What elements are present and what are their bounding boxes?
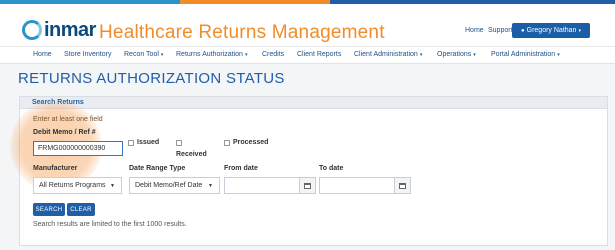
date-range-type-value: Debit Memo/Ref Date <box>135 182 203 189</box>
debit-memo-input[interactable]: FRMG000000000390 <box>33 141 123 156</box>
date-range-type-select[interactable]: Debit Memo/Ref Date ▼ <box>129 177 220 194</box>
issued-label: Issued <box>137 139 160 146</box>
debit-memo-label: Debit Memo / Ref # <box>33 129 96 136</box>
nav-item-label: Recon Tool <box>124 51 159 58</box>
nav-item-client-reports[interactable]: Client Reports <box>297 51 341 58</box>
user-name: Gregory Nathan <box>526 27 577 34</box>
user-menu-button[interactable]: ● Gregory Nathan ▾ <box>512 23 590 38</box>
to-date-input[interactable] <box>319 177 411 194</box>
nav-item-label: Home <box>33 51 52 58</box>
inmar-logo[interactable]: inmar <box>22 18 96 42</box>
processed-checkbox[interactable] <box>224 140 230 146</box>
search-hint: Enter at least one field <box>33 116 103 123</box>
calendar-icon <box>399 182 406 189</box>
results-limit-note: Search results are limited to the first … <box>33 221 187 228</box>
chevron-down-icon: ▾ <box>578 27 581 34</box>
header-support-link[interactable]: Support <box>488 27 513 34</box>
nav-item-label: Returns Authorization <box>176 51 243 58</box>
nav-item-label: Client Reports <box>297 51 342 58</box>
processed-label: Processed <box>233 139 269 146</box>
manufacturer-label: Manufacturer <box>33 165 78 172</box>
issued-checkbox[interactable] <box>128 140 134 146</box>
nav-item-recon-tool[interactable]: Recon Tool ▾ <box>124 51 163 58</box>
nav-item-store-inventory[interactable]: Store Inventory <box>64 51 111 58</box>
received-checkbox[interactable] <box>176 140 182 146</box>
clear-button[interactable]: CLEAR <box>67 203 95 216</box>
date-range-type-label: Date Range Type <box>129 165 186 172</box>
nav-item-label: Store Inventory <box>64 51 112 58</box>
search-button[interactable]: SEARCH <box>33 203 65 216</box>
nav-item-label: Portal Administration <box>491 51 556 58</box>
main-navigation: Home Store Inventory Recon Tool ▾ Returns… <box>0 46 615 64</box>
nav-item-client-administration[interactable]: Client Administration ▾ <box>354 51 422 58</box>
app-title: Healthcare Returns Management <box>99 22 385 43</box>
user-icon: ● <box>521 27 525 34</box>
dropdown-arrow-icon: ▼ <box>110 183 115 189</box>
nav-item-credits[interactable]: Credits <box>262 51 284 58</box>
nav-item-operations[interactable]: Operations ▾ <box>437 51 476 58</box>
chevron-down-icon: ▾ <box>419 52 423 58</box>
chevron-down-icon: ▾ <box>244 52 248 58</box>
logo-text: inmar <box>44 18 96 41</box>
from-date-input[interactable] <box>224 177 316 194</box>
calendar-button[interactable] <box>299 178 315 193</box>
header-home-link[interactable]: Home <box>465 27 484 34</box>
chevron-down-icon: ▾ <box>160 52 164 58</box>
calendar-button[interactable] <box>394 178 410 193</box>
to-date-label: To date <box>319 165 344 172</box>
page-title: RETURNS AUTHORIZATION STATUS <box>18 70 285 87</box>
chevron-down-icon: ▾ <box>473 52 476 58</box>
debit-memo-value: FRMG000000000390 <box>38 145 106 152</box>
dropdown-arrow-icon: ▼ <box>208 183 213 189</box>
nav-item-home[interactable]: Home <box>33 51 52 58</box>
manufacturer-select[interactable]: All Returns Programs ▼ <box>33 177 122 194</box>
calendar-icon <box>304 182 311 189</box>
nav-item-label: Operations <box>437 51 472 58</box>
received-label: Received <box>176 151 207 158</box>
panel-header: Search Returns <box>20 97 607 109</box>
nav-item-portal-administration[interactable]: Portal Administration ▾ <box>491 51 560 58</box>
from-date-label: From date <box>224 165 258 172</box>
manufacturer-value: All Returns Programs <box>39 182 106 189</box>
nav-item-label: Client Administration <box>354 51 418 58</box>
nav-item-returns-authorization[interactable]: Returns Authorization ▾ <box>176 51 247 58</box>
nav-item-label: Credits <box>262 51 285 58</box>
app-header: inmar Healthcare Returns Management Home… <box>0 4 615 46</box>
logo-mark-icon <box>22 20 42 40</box>
chevron-down-icon: ▾ <box>557 52 560 58</box>
